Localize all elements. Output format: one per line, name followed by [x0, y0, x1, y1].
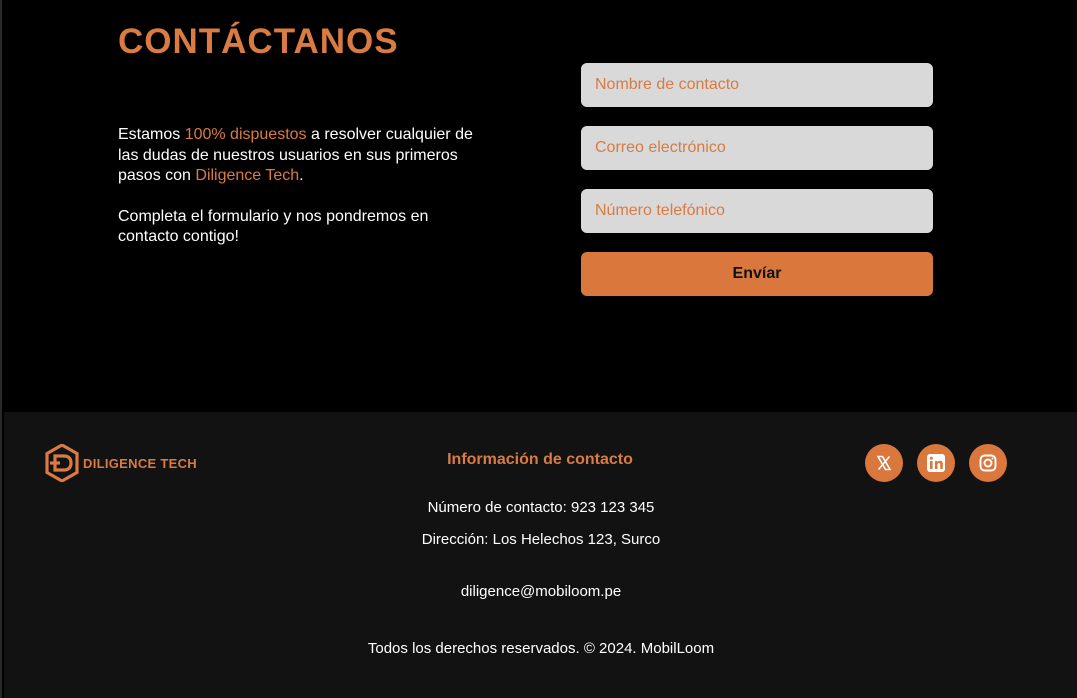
- intro-text-start: Estamos: [118, 126, 185, 143]
- phone-input[interactable]: [581, 189, 933, 233]
- contact-info: Número de contacto: 923 123 345 Direcció…: [334, 498, 748, 602]
- phone-number: Número de contacto: 923 123 345: [427, 499, 655, 516]
- social-links: [865, 444, 1007, 482]
- contact-info-heading: Información de contacto: [447, 451, 633, 468]
- contact-section: CONTÁCTANOS Estamos 100% dispuestos a re…: [4, 0, 1077, 412]
- intro-period: .: [299, 167, 304, 184]
- copyright-text: Todos los derechos reservados. © 2024.: [367, 640, 641, 657]
- copyright: Todos los derechos reservados. © 2024. M…: [334, 639, 748, 659]
- address: Dirección: Los Helechos 123, Surco: [334, 530, 748, 550]
- intro-paragraph: Estamos 100% dispuestos a resolver cualq…: [118, 125, 488, 187]
- copyright-brand: MobilLoom: [640, 640, 715, 657]
- page-title: CONTÁCTANOS: [118, 22, 399, 61]
- contact-form: Envíar: [581, 63, 933, 296]
- intro-call-to-action: Completa el formulario y nos pondremos e…: [118, 207, 429, 246]
- footer-brand[interactable]: DILIGENCE TECH: [45, 444, 197, 482]
- email-input[interactable]: [581, 126, 933, 170]
- intro-spacer: [118, 187, 488, 207]
- site-footer: DILIGENCE TECH Información de contacto N…: [4, 412, 1077, 698]
- linkedin-icon: [927, 454, 945, 472]
- email-link[interactable]: diligence@mobiloom.pe: [334, 582, 748, 602]
- hexagon-d-logo-icon: [45, 444, 79, 482]
- brand-name: DILIGENCE TECH: [83, 455, 197, 471]
- page-frame: CONTÁCTANOS Estamos 100% dispuestos a re…: [0, 0, 1077, 698]
- instagram-icon: [979, 454, 997, 472]
- submit-button[interactable]: Envíar: [581, 252, 933, 296]
- contact-name-input[interactable]: [581, 63, 933, 107]
- address-district: Surco: [621, 531, 661, 548]
- contact-intro: Estamos 100% dispuestos a resolver cualq…: [118, 125, 488, 248]
- intro-highlight: 100% dispuestos: [184, 126, 307, 143]
- linkedin-button[interactable]: [917, 444, 955, 482]
- x-icon: [876, 455, 892, 471]
- instagram-button[interactable]: [969, 444, 1007, 482]
- address-label: Dirección: Los Helechos 123,: [421, 531, 622, 548]
- x-button[interactable]: [865, 444, 903, 482]
- intro-brand-name: Diligence Tech: [195, 167, 300, 184]
